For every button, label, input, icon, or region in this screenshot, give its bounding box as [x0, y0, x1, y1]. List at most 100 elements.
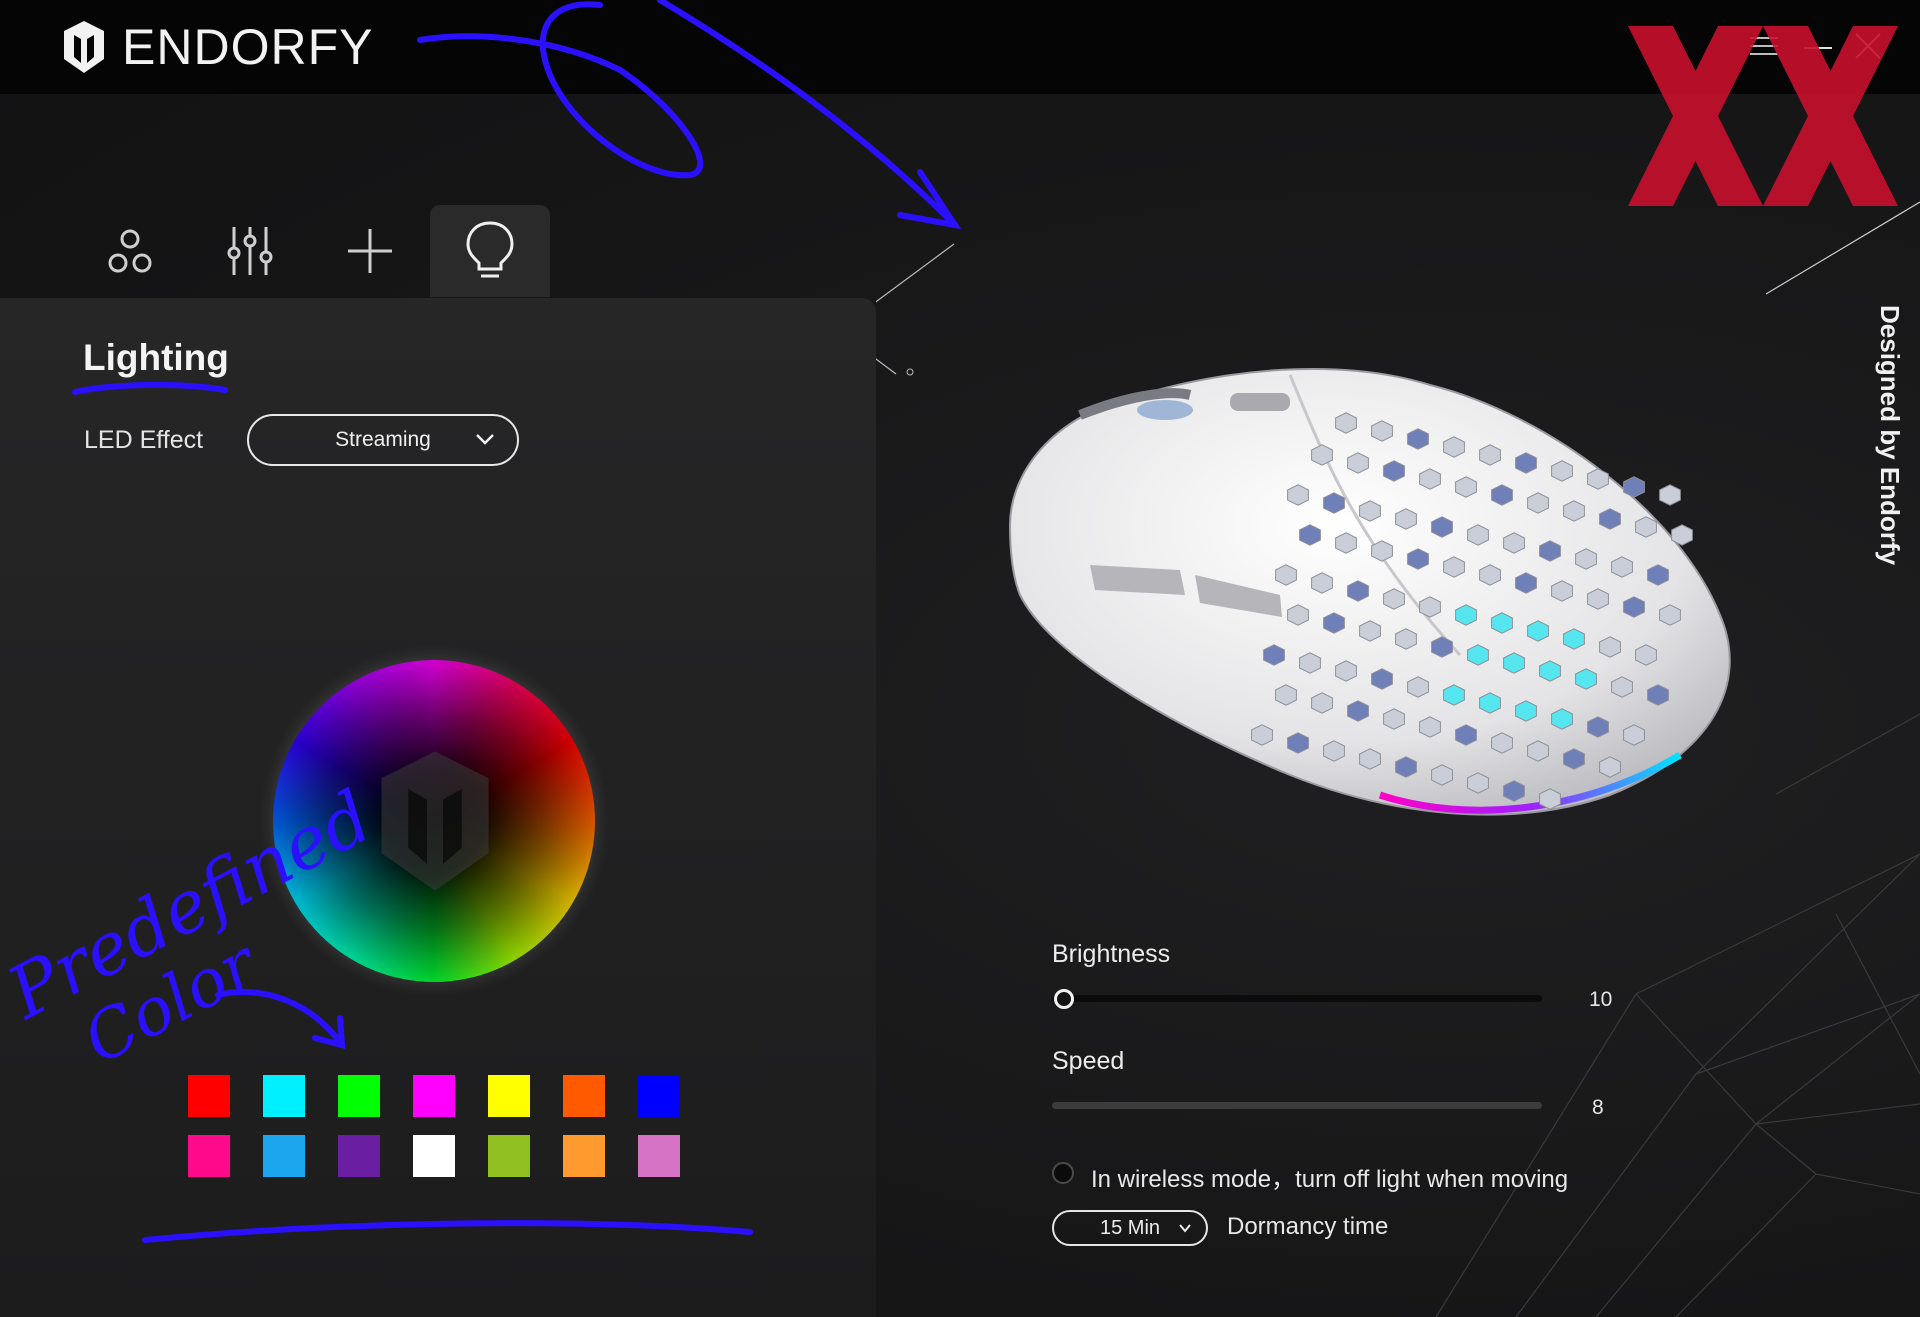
brand-name: ENDORFY: [122, 19, 374, 75]
mouse-vent: [1383, 588, 1405, 610]
color-swatch[interactable]: [563, 1075, 605, 1117]
speed-value: 8: [1592, 1096, 1604, 1119]
brightness-slider-handle[interactable]: [1054, 989, 1074, 1009]
mouse-vent: [1659, 604, 1681, 626]
mouse-vent: [1395, 628, 1417, 650]
mouse-vent: [1527, 620, 1549, 642]
led-effect-value: Streaming: [335, 428, 431, 451]
mouse-vent: [1659, 484, 1681, 506]
color-swatch[interactable]: [188, 1075, 230, 1117]
color-swatch[interactable]: [263, 1075, 305, 1117]
color-swatch[interactable]: [413, 1135, 455, 1177]
mouse-vent: [1539, 788, 1561, 810]
speed-slider[interactable]: [1052, 1102, 1542, 1109]
mouse-vent: [1359, 500, 1381, 522]
color-wheel[interactable]: [273, 660, 595, 982]
mouse-vent: [1299, 524, 1321, 546]
mouse-vent: [1407, 548, 1429, 570]
mouse-vent: [1467, 772, 1489, 794]
mouse-vent: [1443, 684, 1465, 706]
mouse-vent: [1419, 596, 1441, 618]
endorfy-watermark-icon: [381, 751, 489, 891]
mouse-vent: [1323, 740, 1345, 762]
wireless-light-off-radio[interactable]: [1052, 1162, 1074, 1184]
mouse-vent: [1455, 604, 1477, 626]
mouse-vent: [1491, 732, 1513, 754]
mouse-vent: [1335, 532, 1357, 554]
mouse-vent: [1527, 492, 1549, 514]
mouse-vent: [1431, 764, 1453, 786]
predefined-colors: [188, 1075, 680, 1177]
mouse-vent: [1383, 460, 1405, 482]
mouse-preview-image: [1008, 368, 1731, 816]
color-swatch[interactable]: [263, 1135, 305, 1177]
mouse-vent: [1503, 532, 1525, 554]
mouse-vent: [1491, 612, 1513, 634]
side-credit-text: Designed by Endorfy: [1875, 305, 1905, 566]
mouse-vent: [1359, 620, 1381, 642]
mouse-vent: [1587, 588, 1609, 610]
mouse-vent: [1311, 444, 1333, 466]
color-swatch[interactable]: [488, 1075, 530, 1117]
tab-settings[interactable]: [190, 205, 310, 297]
mouse-vent: [1623, 476, 1645, 498]
color-swatch[interactable]: [338, 1135, 380, 1177]
color-swatch[interactable]: [563, 1135, 605, 1177]
brightness-value: 10: [1589, 988, 1613, 1011]
color-swatch[interactable]: [188, 1135, 230, 1177]
profiles-icon: [108, 229, 152, 273]
mouse-vent: [1383, 708, 1405, 730]
tab-lighting[interactable]: [430, 205, 550, 297]
dormancy-value: 15 Min: [1100, 1216, 1161, 1239]
mouse-vent: [1527, 740, 1549, 762]
color-swatch[interactable]: [413, 1075, 455, 1117]
mouse-vent: [1263, 644, 1285, 666]
color-swatch[interactable]: [638, 1075, 680, 1117]
color-swatch[interactable]: [638, 1135, 680, 1177]
mouse-vent: [1635, 644, 1657, 666]
brightness-label: Brightness: [1052, 940, 1171, 968]
chevron-down-icon: [476, 434, 494, 445]
mouse-vent: [1419, 468, 1441, 490]
site-watermark-logo: [1628, 26, 1898, 206]
page-title: Lighting: [83, 337, 229, 378]
color-swatch[interactable]: [338, 1075, 380, 1117]
tab-profiles[interactable]: [70, 205, 190, 297]
mouse-vent: [1479, 692, 1501, 714]
brightness-slider[interactable]: [1052, 995, 1542, 1002]
tab-macros[interactable]: [310, 205, 430, 297]
mouse-vent: [1599, 508, 1621, 530]
mouse-vent: [1311, 572, 1333, 594]
color-swatch[interactable]: [488, 1135, 530, 1177]
mouse-vent: [1479, 444, 1501, 466]
mouse-vent: [1611, 676, 1633, 698]
mouse-vent: [1371, 668, 1393, 690]
mouse-vent: [1359, 748, 1381, 770]
mouse-vent: [1623, 724, 1645, 746]
mouse-vent: [1551, 580, 1573, 602]
mouse-vent: [1407, 676, 1429, 698]
mouse-vent: [1455, 724, 1477, 746]
chevron-down-icon: [1179, 1224, 1191, 1233]
mouse-vent: [1275, 684, 1297, 706]
mouse-vent: [1323, 612, 1345, 634]
mouse-vent: [1515, 572, 1537, 594]
bulb-icon: [466, 221, 514, 278]
led-effect-select[interactable]: Streaming: [247, 414, 519, 466]
dormancy-label: Dormancy time: [1227, 1213, 1389, 1240]
mouse-vent: [1623, 596, 1645, 618]
mouse-vent: [1503, 652, 1525, 674]
mouse-vent: [1287, 732, 1309, 754]
sliders-icon: [227, 227, 273, 275]
mouse-vent: [1443, 556, 1465, 578]
speed-label: Speed: [1052, 1047, 1125, 1075]
mouse-vent: [1515, 452, 1537, 474]
mouse-vent: [1287, 604, 1309, 626]
mouse-vent: [1503, 780, 1525, 802]
mouse-vent: [1371, 420, 1393, 442]
mouse-vent: [1539, 540, 1561, 562]
dormancy-select[interactable]: 15 Min: [1052, 1210, 1208, 1246]
mouse-vent: [1467, 644, 1489, 666]
mouse-vent: [1335, 412, 1357, 434]
mouse-vent: [1275, 564, 1297, 586]
